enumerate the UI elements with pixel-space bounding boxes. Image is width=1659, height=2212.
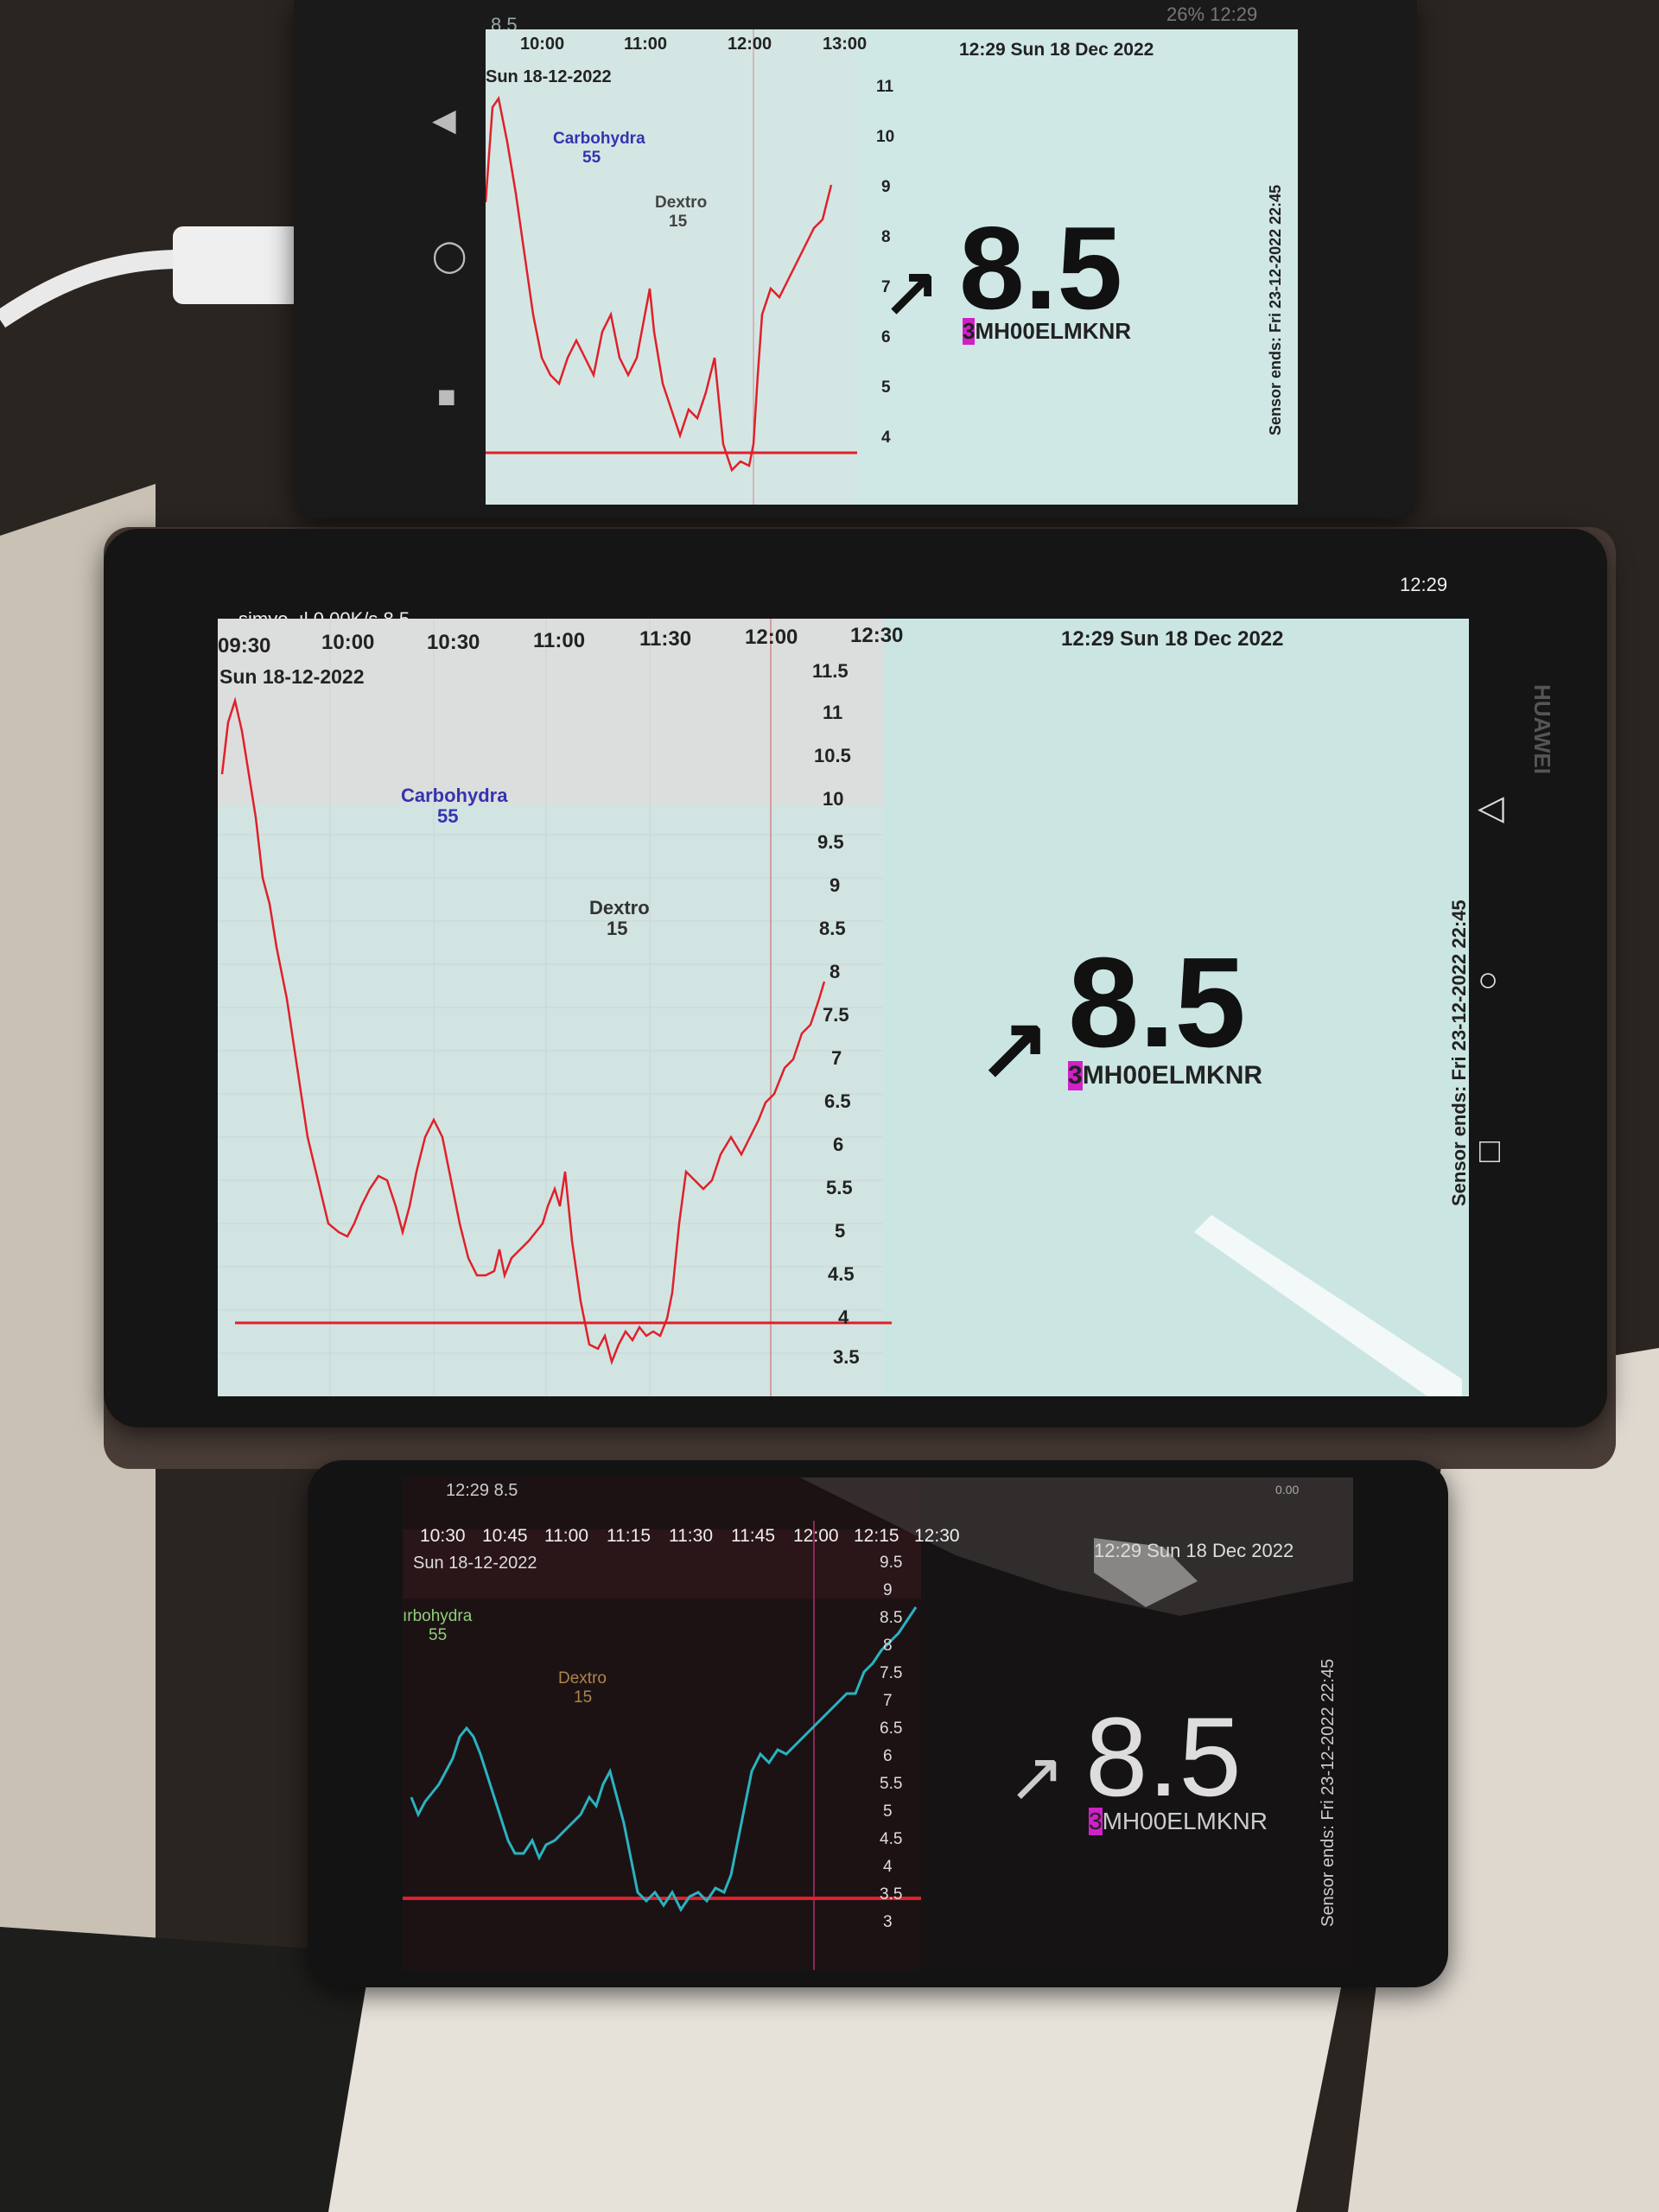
y-tick: 9 — [883, 1581, 893, 1599]
y-tick: 9 — [881, 178, 891, 196]
y-tick: 6 — [883, 1747, 893, 1765]
y-tick: 7.5 — [880, 1664, 903, 1682]
y-tick: 8.5 — [880, 1609, 903, 1627]
date-time: 12:29 Sun 18 Dec 2022 — [1094, 1540, 1294, 1561]
status-bar-left: 12:29 8.5 — [446, 1481, 518, 1500]
sensor-id-text: MH00ELMKNR — [1102, 1808, 1268, 1834]
tablet: simyo .ıl 0,00K/s 8.5 12:29 ◁ ○ □ HUAWEI — [104, 529, 1607, 1427]
carb-value: 55 — [582, 149, 601, 167]
y-tick: 3.5 — [880, 1885, 903, 1904]
y-tick: 4 — [883, 1858, 893, 1876]
sensor-id-text: MH00ELMKNR — [975, 318, 1132, 344]
top-phone-screen: 10:00 11:00 12:00 13:00 Sun 18-12-2022 1… — [486, 29, 1298, 505]
glucose-reading: 8.5 — [1085, 1694, 1242, 1820]
carb-label: Carbohydra — [553, 130, 645, 148]
time-tick: 10:30 — [420, 1526, 466, 1546]
y-tick: 7 — [883, 1692, 893, 1710]
y-tick: 4 — [881, 429, 891, 447]
sensor-ends: Sensor ends: Fri 23-12-2022 22:45 — [1267, 184, 1284, 435]
y-tick: 10 — [876, 128, 895, 146]
time-tick: 11:00 — [544, 1526, 588, 1546]
time-tick: 12:15 — [854, 1526, 899, 1546]
bottom-phone: 12:29 8.5 0.00 10:30 10:45 11:00 11:15 1… — [308, 1460, 1448, 1987]
y-tick: 8 — [883, 1637, 893, 1655]
status-bar-right: 26% 12:29 — [1166, 3, 1258, 25]
y-tick: 5.5 — [880, 1775, 903, 1793]
sensor-id: 3MH00ELMKNR — [963, 318, 1131, 345]
date-time: 12:29 Sun 18 Dec 2022 — [959, 40, 1154, 60]
y-tick: 4.5 — [880, 1830, 903, 1848]
dextro-value: 15 — [669, 213, 688, 231]
time-tick: 11:15 — [607, 1526, 651, 1546]
time-tick: 12:00 — [728, 35, 772, 54]
brand-logo: HUAWEI — [1529, 684, 1555, 774]
dextro-label: Dextro — [558, 1669, 607, 1688]
y-tick: 8 — [881, 228, 891, 246]
y-tick: 9.5 — [880, 1554, 903, 1572]
time-tick: 11:00 — [624, 35, 668, 54]
y-tick: 6 — [881, 328, 891, 346]
recents-icon[interactable]: ■ — [437, 378, 456, 415]
dextro-value: 15 — [574, 1688, 593, 1707]
sensor-mark: 3 — [963, 318, 976, 345]
sensor-id: 3MH00ELMKNR — [1089, 1808, 1268, 1835]
chart-date: Sun 18-12-2022 — [486, 67, 612, 86]
glucose-reading: 8.5 — [959, 202, 1123, 334]
time-tick: 10:00 — [520, 35, 565, 54]
home-icon[interactable]: ○ — [1478, 961, 1498, 1000]
screen-glare — [1194, 1215, 1462, 1396]
status-bar-right: 0.00 — [1275, 1483, 1300, 1497]
chart-date: Sun 18-12-2022 — [413, 1554, 537, 1573]
time-tick: 10:45 — [482, 1526, 528, 1546]
y-tick: 6.5 — [880, 1719, 903, 1738]
trend-arrow-icon: ↗ — [1007, 1738, 1066, 1815]
y-tick: 5 — [881, 378, 891, 397]
dextro-label: Dextro — [655, 194, 708, 212]
time-tick: 11:30 — [669, 1526, 713, 1546]
time-tick: 12:30 — [914, 1526, 960, 1546]
tablet-screen: 09:30 10:00 10:30 11:00 11:30 12:00 12:3… — [218, 619, 1469, 1396]
carb-value: 55 — [429, 1626, 448, 1644]
home-icon[interactable]: ◯ — [432, 238, 467, 274]
sensor-mark: 3 — [1089, 1808, 1103, 1835]
carb-label: ırbohydra — [403, 1607, 473, 1625]
y-tick: 11 — [876, 78, 894, 96]
status-bar-right: 12:29 — [1400, 574, 1448, 595]
back-icon[interactable]: ◁ — [1478, 788, 1504, 828]
y-tick: 5 — [883, 1802, 893, 1821]
y-tick: 3 — [883, 1913, 893, 1931]
time-tick: 12:00 — [793, 1526, 839, 1546]
sensor-ends: Sensor ends: Fri 23-12-2022 22:45 — [1319, 1658, 1338, 1927]
bottom-phone-screen: 12:29 8.5 0.00 10:30 10:45 11:00 11:15 1… — [403, 1478, 1353, 1970]
trend-arrow-icon: ↗ — [883, 253, 940, 329]
time-tick: 11:45 — [731, 1526, 775, 1546]
time-tick: 13:00 — [823, 35, 868, 54]
top-phone: ◀ ◯ ■ 8.5 26% 12:29 10:00 11:00 12:00 13… — [294, 0, 1417, 518]
recents-icon[interactable]: □ — [1479, 1132, 1500, 1171]
back-icon[interactable]: ◀ — [432, 102, 456, 138]
